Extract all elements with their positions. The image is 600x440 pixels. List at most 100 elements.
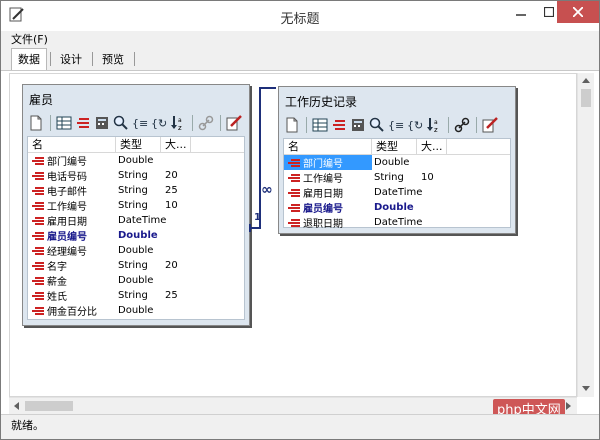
field-name: 名字 — [47, 262, 67, 273]
sort-az-icon[interactable]: az — [425, 116, 443, 134]
field-name: 工作编号 — [47, 202, 87, 213]
new-document-icon[interactable] — [283, 116, 301, 134]
design-canvas[interactable]: 雇员 {≡ {↻ az 名 类型 大... 部门编号 Double 电话号码 S… — [9, 73, 577, 397]
field-type: String — [118, 185, 148, 196]
edit-pencil-icon[interactable] — [481, 116, 499, 134]
toolbar-divider — [192, 115, 193, 131]
svg-text:a: a — [434, 119, 438, 126]
scroll-up-icon[interactable] — [582, 78, 590, 83]
field-list-icon[interactable] — [330, 116, 348, 134]
field-type: String — [374, 172, 404, 183]
field-row[interactable]: 佣金百分比 Double — [28, 303, 244, 318]
field-name: 雇用日期 — [303, 189, 343, 200]
field-name: 部门编号 — [303, 159, 343, 170]
field-name: 退职日期 — [303, 219, 343, 230]
column-type-header[interactable]: 类型 — [116, 137, 161, 152]
calculator-icon[interactable] — [93, 114, 111, 132]
field-name-cell: 名字 — [28, 258, 116, 273]
tab-data[interactable]: 数据 — [11, 48, 47, 70]
job-history-table-window[interactable]: 工作历史记录 {≡ {↻ az 名 类型 大... 部门编号 Double 工作… — [278, 86, 516, 234]
field-size: 20 — [165, 170, 178, 181]
sort-az-icon[interactable]: az — [169, 114, 187, 132]
link-icon[interactable] — [197, 114, 215, 132]
field-row[interactable]: 工作编号 String 10 — [284, 170, 510, 185]
relationship-connector[interactable] — [248, 74, 280, 274]
column-name-header[interactable]: 名 — [284, 139, 372, 154]
field-row[interactable]: 姓氏 String 25 — [28, 288, 244, 303]
field-type: String — [118, 260, 148, 271]
field-row[interactable]: 工作编号 String 10 — [28, 198, 244, 213]
new-document-icon[interactable] — [27, 114, 45, 132]
horizontal-scroll-thumb[interactable] — [25, 401, 73, 411]
employee-field-rows: 部门编号 Double 电话号码 String 20 电子邮件 String 25 工作编号 St… — [28, 153, 244, 318]
employee-table-toolbar: {≡ {↻ az — [27, 112, 244, 134]
title-bar[interactable]: 无标题 — [1, 1, 599, 31]
field-type: DateTime — [118, 215, 167, 226]
column-type-header[interactable]: 类型 — [372, 139, 417, 154]
field-row[interactable]: 雇用日期 DateTime — [28, 213, 244, 228]
employee-table-window[interactable]: 雇员 {≡ {↻ az 名 类型 大... 部门编号 Double 电话号码 S… — [22, 84, 250, 326]
edit-pencil-icon[interactable] — [225, 114, 243, 132]
field-row[interactable]: 部门编号 Double — [284, 155, 510, 170]
field-type: Double — [374, 202, 414, 213]
search-icon[interactable] — [368, 116, 386, 134]
brace-list-icon[interactable]: {≡ — [387, 116, 405, 134]
job-history-field-header: 名 类型 大... — [284, 139, 510, 155]
employee-field-grid: 名 类型 大... 部门编号 Double 电话号码 String 20 电子邮件 Stri… — [27, 136, 245, 320]
field-name: 电子邮件 — [47, 187, 87, 198]
field-row[interactable]: 经理编号 Double — [28, 243, 244, 258]
brace-edit-icon[interactable]: {↻ — [150, 114, 168, 132]
svg-text:{↻: {↻ — [407, 119, 423, 132]
field-name: 电话号码 — [47, 172, 87, 183]
vertical-scrollbar[interactable] — [577, 73, 594, 397]
search-icon[interactable] — [112, 114, 130, 132]
field-row[interactable]: 雇员编号 Double — [284, 200, 510, 215]
toolbar-divider — [50, 115, 51, 131]
tab-preview[interactable]: 预览 — [95, 48, 131, 70]
field-row[interactable]: 部门编号 Double — [28, 153, 244, 168]
employee-field-header: 名 类型 大... — [28, 137, 244, 153]
field-row[interactable]: 雇用日期 DateTime — [284, 185, 510, 200]
column-size-header[interactable]: 大... — [161, 137, 191, 152]
field-name-cell: 薪金 — [28, 273, 116, 288]
column-size-header[interactable]: 大... — [417, 139, 447, 154]
field-list-icon[interactable] — [74, 114, 92, 132]
field-type: Double — [374, 157, 410, 168]
field-row[interactable]: 雇员编号 Double — [28, 228, 244, 243]
field-row[interactable]: 名字 String 20 — [28, 258, 244, 273]
field-name: 工作编号 — [303, 174, 343, 185]
relation-many-marker: ∞ — [261, 182, 273, 198]
field-icon — [32, 231, 44, 240]
minimize-icon — [516, 14, 526, 16]
field-name-cell: 工作编号 — [284, 170, 372, 185]
toolbar-divider — [306, 117, 307, 133]
field-name-cell: 姓氏 — [28, 288, 116, 303]
minimize-button[interactable] — [507, 1, 535, 23]
menu-file[interactable]: 文件(F) — [11, 33, 48, 46]
field-name: 佣金百分比 — [47, 307, 97, 318]
svg-text:{≡: {≡ — [388, 119, 404, 132]
field-row[interactable]: 退职日期 DateTime — [284, 215, 510, 230]
column-name-header[interactable]: 名 — [28, 137, 116, 152]
field-row[interactable]: 电子邮件 String 25 — [28, 183, 244, 198]
calculator-icon[interactable] — [349, 116, 367, 134]
job-history-table-title: 工作历史记录 — [285, 95, 358, 109]
tab-divider — [134, 52, 135, 66]
grid-icon[interactable] — [311, 116, 329, 134]
scroll-left-icon[interactable] — [14, 402, 19, 410]
field-name: 姓氏 — [47, 292, 67, 303]
vertical-scroll-thumb[interactable] — [581, 89, 591, 107]
field-row[interactable]: 薪金 Double — [28, 273, 244, 288]
field-row[interactable]: 电话号码 String 20 — [28, 168, 244, 183]
brace-list-icon[interactable]: {≡ — [131, 114, 149, 132]
grid-icon[interactable] — [55, 114, 73, 132]
field-size: 10 — [421, 172, 434, 183]
horizontal-scrollbar[interactable] — [9, 397, 577, 414]
link-icon[interactable] — [453, 116, 471, 134]
scroll-down-icon[interactable] — [582, 386, 590, 391]
tab-design[interactable]: 设计 — [53, 48, 89, 70]
brace-edit-icon[interactable]: {↻ — [406, 116, 424, 134]
field-name: 经理编号 — [47, 247, 87, 258]
close-button[interactable] — [557, 1, 599, 23]
scroll-right-icon[interactable] — [566, 402, 571, 410]
